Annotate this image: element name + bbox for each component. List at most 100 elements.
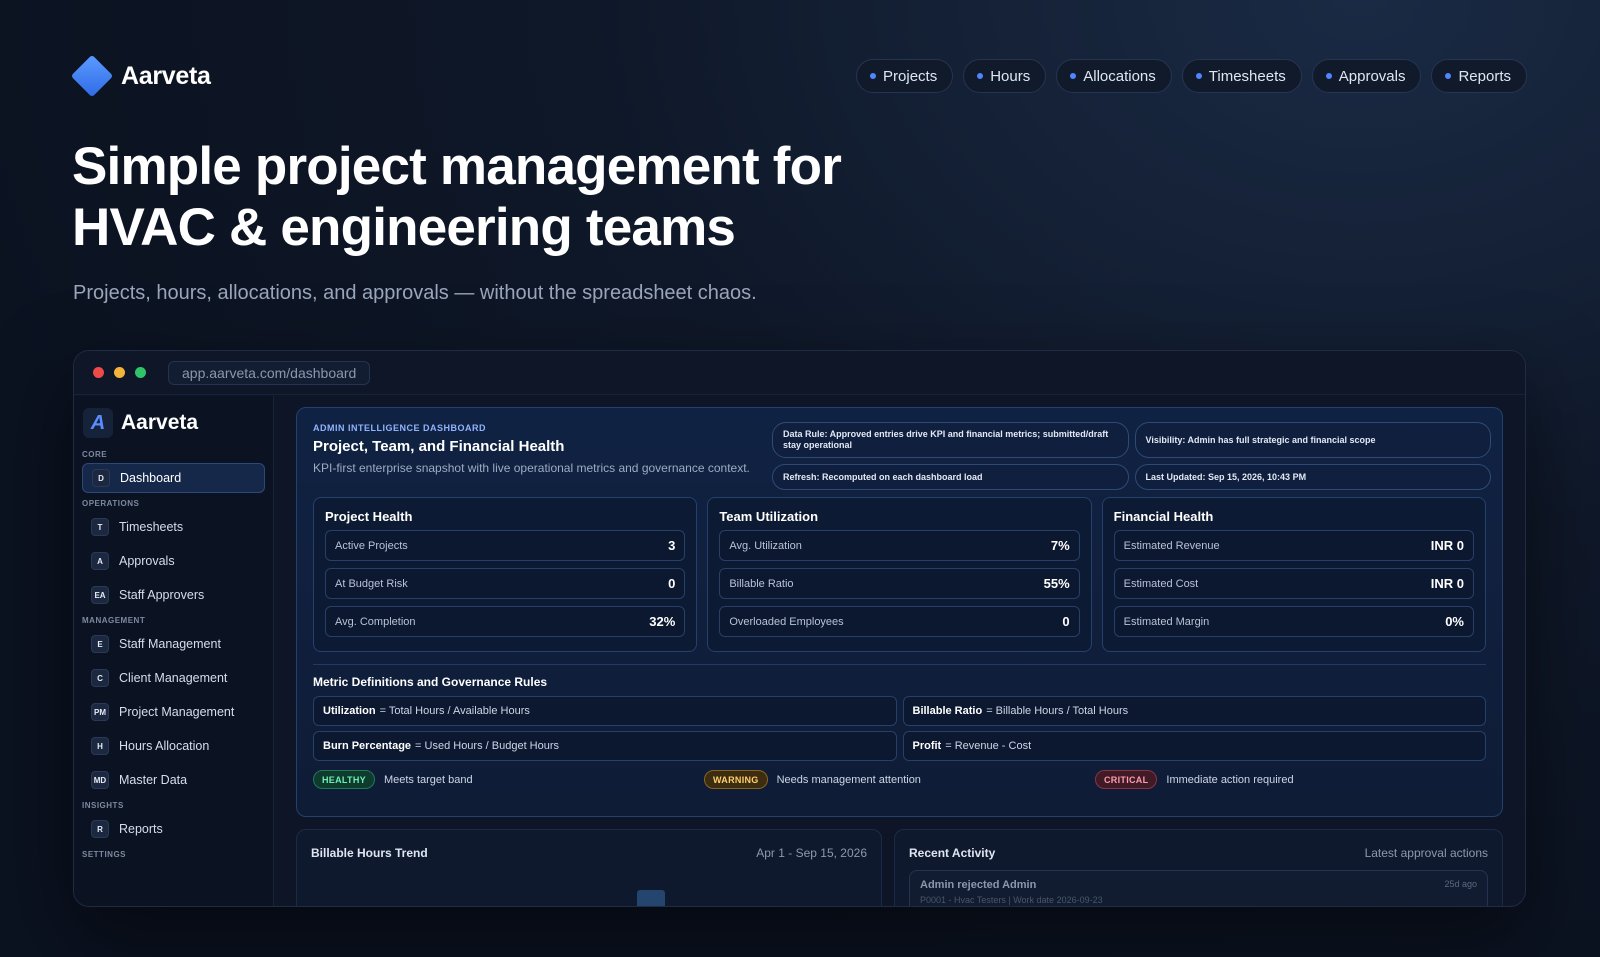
sidebar-brand[interactable]: A Aarveta <box>83 408 265 438</box>
activity-item[interactable]: Admin rejected Admin P0001 - Hvac Tester… <box>909 870 1488 906</box>
sidebar-item-label: Timesheets <box>119 520 184 534</box>
brand[interactable]: Aarveta <box>70 54 211 98</box>
definition-formula: = Billable Hours / Total Hours <box>986 705 1129 717</box>
nav-label: Allocations <box>1083 67 1156 85</box>
sidebar-item-approvals[interactable]: A Approvals <box>82 546 265 576</box>
nav-label: Hours <box>990 67 1031 85</box>
sidebar-item-dashboard[interactable]: D Dashboard <box>82 463 265 493</box>
sidebar-badge: R <box>91 820 109 838</box>
sidebar-item-reports[interactable]: R Reports <box>82 814 265 844</box>
trend-range: Apr 1 - Sep 15, 2026 <box>756 846 867 860</box>
diamond-logo-icon <box>70 54 114 98</box>
hero-subtitle: Projects, hours, allocations, and approv… <box>73 282 757 304</box>
chip-last-updated: Last Updated: Sep 15, 2026, 10:43 PM <box>1134 464 1491 490</box>
sidebar-item-label: Client Management <box>119 671 228 685</box>
metric-label: Estimated Margin <box>1123 615 1210 628</box>
sidebar-item-label: Dashboard <box>120 471 182 485</box>
definition-term: Profit <box>912 740 942 752</box>
sidebar-section-operations: OPERATIONS <box>82 499 140 508</box>
metric-label: Active Projects <box>335 539 408 552</box>
activity-title: Recent Activity <box>909 846 996 860</box>
main-nav: Projects Hours Allocations Timesheets Ap… <box>856 59 1527 93</box>
metric-value: 0% <box>1445 614 1464 629</box>
card-project-health: Project Health Active Projects 3 At Budge… <box>313 497 698 652</box>
definition-utilization: Utilization = Total Hours / Available Hou… <box>313 696 897 726</box>
sidebar-brand-name: Aarveta <box>121 411 199 434</box>
legend-critical: CRITICAL Immediate action required <box>1095 770 1486 789</box>
card-title: Project Health <box>325 509 413 524</box>
sidebar-badge: D <box>92 469 110 487</box>
legend-text: Needs management attention <box>776 773 921 786</box>
sidebar-item-staff-approvers[interactable]: EA Staff Approvers <box>82 580 265 610</box>
metric-label: Avg. Utilization <box>729 539 802 552</box>
metric-value: 0 <box>1062 614 1070 629</box>
status-badge: CRITICAL <box>1095 770 1158 789</box>
app-shell: A Aarveta CORE D Dashboard OPERATIONS T Ti… <box>74 396 1525 906</box>
sidebar-badge: H <box>91 737 109 755</box>
nav-projects[interactable]: Projects <box>856 59 954 93</box>
definition-profit: Profit = Revenue - Cost <box>902 731 1486 761</box>
sidebar-item-label: Master Data <box>119 773 188 787</box>
sidebar-item-timesheets[interactable]: T Timesheets <box>82 512 265 542</box>
activity-item-title: Admin rejected Admin <box>920 879 1037 891</box>
definition-term: Burn Percentage <box>323 740 412 752</box>
sidebar-item-master-data[interactable]: MD Master Data <box>82 765 265 795</box>
definition-term: Billable Ratio <box>912 705 983 717</box>
nav-allocations[interactable]: Allocations <box>1056 59 1172 93</box>
definition-formula: = Used Hours / Budget Hours <box>415 740 560 752</box>
definition-burn-percentage: Burn Percentage = Used Hours / Budget Hou… <box>313 731 897 761</box>
sidebar-badge: T <box>91 518 109 536</box>
sidebar-item-client-management[interactable]: C Client Management <box>82 663 265 693</box>
sidebar-badge: EA <box>91 586 109 604</box>
definition-billable-ratio: Billable Ratio = Billable Hours / Total H… <box>902 696 1486 726</box>
metric-row: Avg. Utilization 7% <box>719 530 1080 561</box>
nav-reports[interactable]: Reports <box>1431 59 1527 93</box>
card-title: Financial Health <box>1113 509 1214 524</box>
status-badge: WARNING <box>704 770 768 789</box>
sidebar-badge: MD <box>91 771 109 789</box>
sidebar-badge: A <box>91 552 109 570</box>
bottom-row: Billable Hours Trend Apr 1 - Sep 15, 202… <box>296 829 1503 906</box>
sidebar-item-label: Staff Management <box>119 637 221 651</box>
activity-subtitle: Latest approval actions <box>1364 846 1488 860</box>
legend-text: Meets target band <box>383 773 473 786</box>
status-legend: HEALTHY Meets target band WARNING Needs ma… <box>313 770 1486 789</box>
dot-icon <box>870 73 877 79</box>
metric-label: Overloaded Employees <box>729 615 844 628</box>
recent-activity-card: Recent Activity Latest approval actions … <box>894 829 1503 906</box>
aarveta-logo-icon: A <box>83 408 113 438</box>
sidebar-item-hours-allocation[interactable]: H Hours Allocation <box>82 731 265 761</box>
metric-value: 3 <box>668 538 676 553</box>
dashboard-main: ADMIN INTELLIGENCE DASHBOARD Project, Te… <box>274 396 1525 906</box>
nav-approvals[interactable]: Approvals <box>1311 59 1422 93</box>
nav-hours[interactable]: Hours <box>963 59 1047 93</box>
sidebar-item-staff-management[interactable]: E Staff Management <box>82 629 265 659</box>
metric-label: Billable Ratio <box>729 577 794 590</box>
metric-row: Estimated Revenue INR 0 <box>1113 530 1474 561</box>
metric-value: INR 0 <box>1430 576 1464 591</box>
metric-label: Avg. Completion <box>335 615 416 628</box>
sidebar-badge: E <box>91 635 109 653</box>
nav-timesheets[interactable]: Timesheets <box>1181 59 1302 93</box>
sidebar-item-label: Staff Approvers <box>119 588 205 602</box>
metric-row: Active Projects 3 <box>325 530 686 561</box>
sidebar-badge: PM <box>91 703 109 721</box>
billable-hours-trend-card: Billable Hours Trend Apr 1 - Sep 15, 202… <box>296 829 882 906</box>
metric-definitions: Utilization = Total Hours / Available Hou… <box>313 696 1486 761</box>
card-financial-health: Financial Health Estimated Revenue INR 0 … <box>1101 497 1486 652</box>
metric-row: Estimated Cost INR 0 <box>1113 568 1474 599</box>
dot-icon <box>977 73 984 79</box>
address-bar[interactable]: app.aarveta.com/dashboard <box>168 360 371 385</box>
kpi-cards: Project Health Active Projects 3 At Budge… <box>313 497 1486 652</box>
brand-name: Aarveta <box>121 61 211 90</box>
sidebar-item-project-management[interactable]: PM Project Management <box>82 697 265 727</box>
metric-row: Estimated Margin 0% <box>1113 606 1474 637</box>
hero-title: Simple project management for HVAC & eng… <box>72 137 842 257</box>
metric-row: Overloaded Employees 0 <box>719 606 1080 637</box>
close-dot-icon[interactable] <box>93 367 104 378</box>
minimize-dot-icon[interactable] <box>114 367 125 378</box>
metric-label: Estimated Cost <box>1123 577 1199 590</box>
metric-value: 55% <box>1043 576 1070 591</box>
card-title: Team Utilization <box>719 509 819 524</box>
zoom-dot-icon[interactable] <box>135 367 146 378</box>
